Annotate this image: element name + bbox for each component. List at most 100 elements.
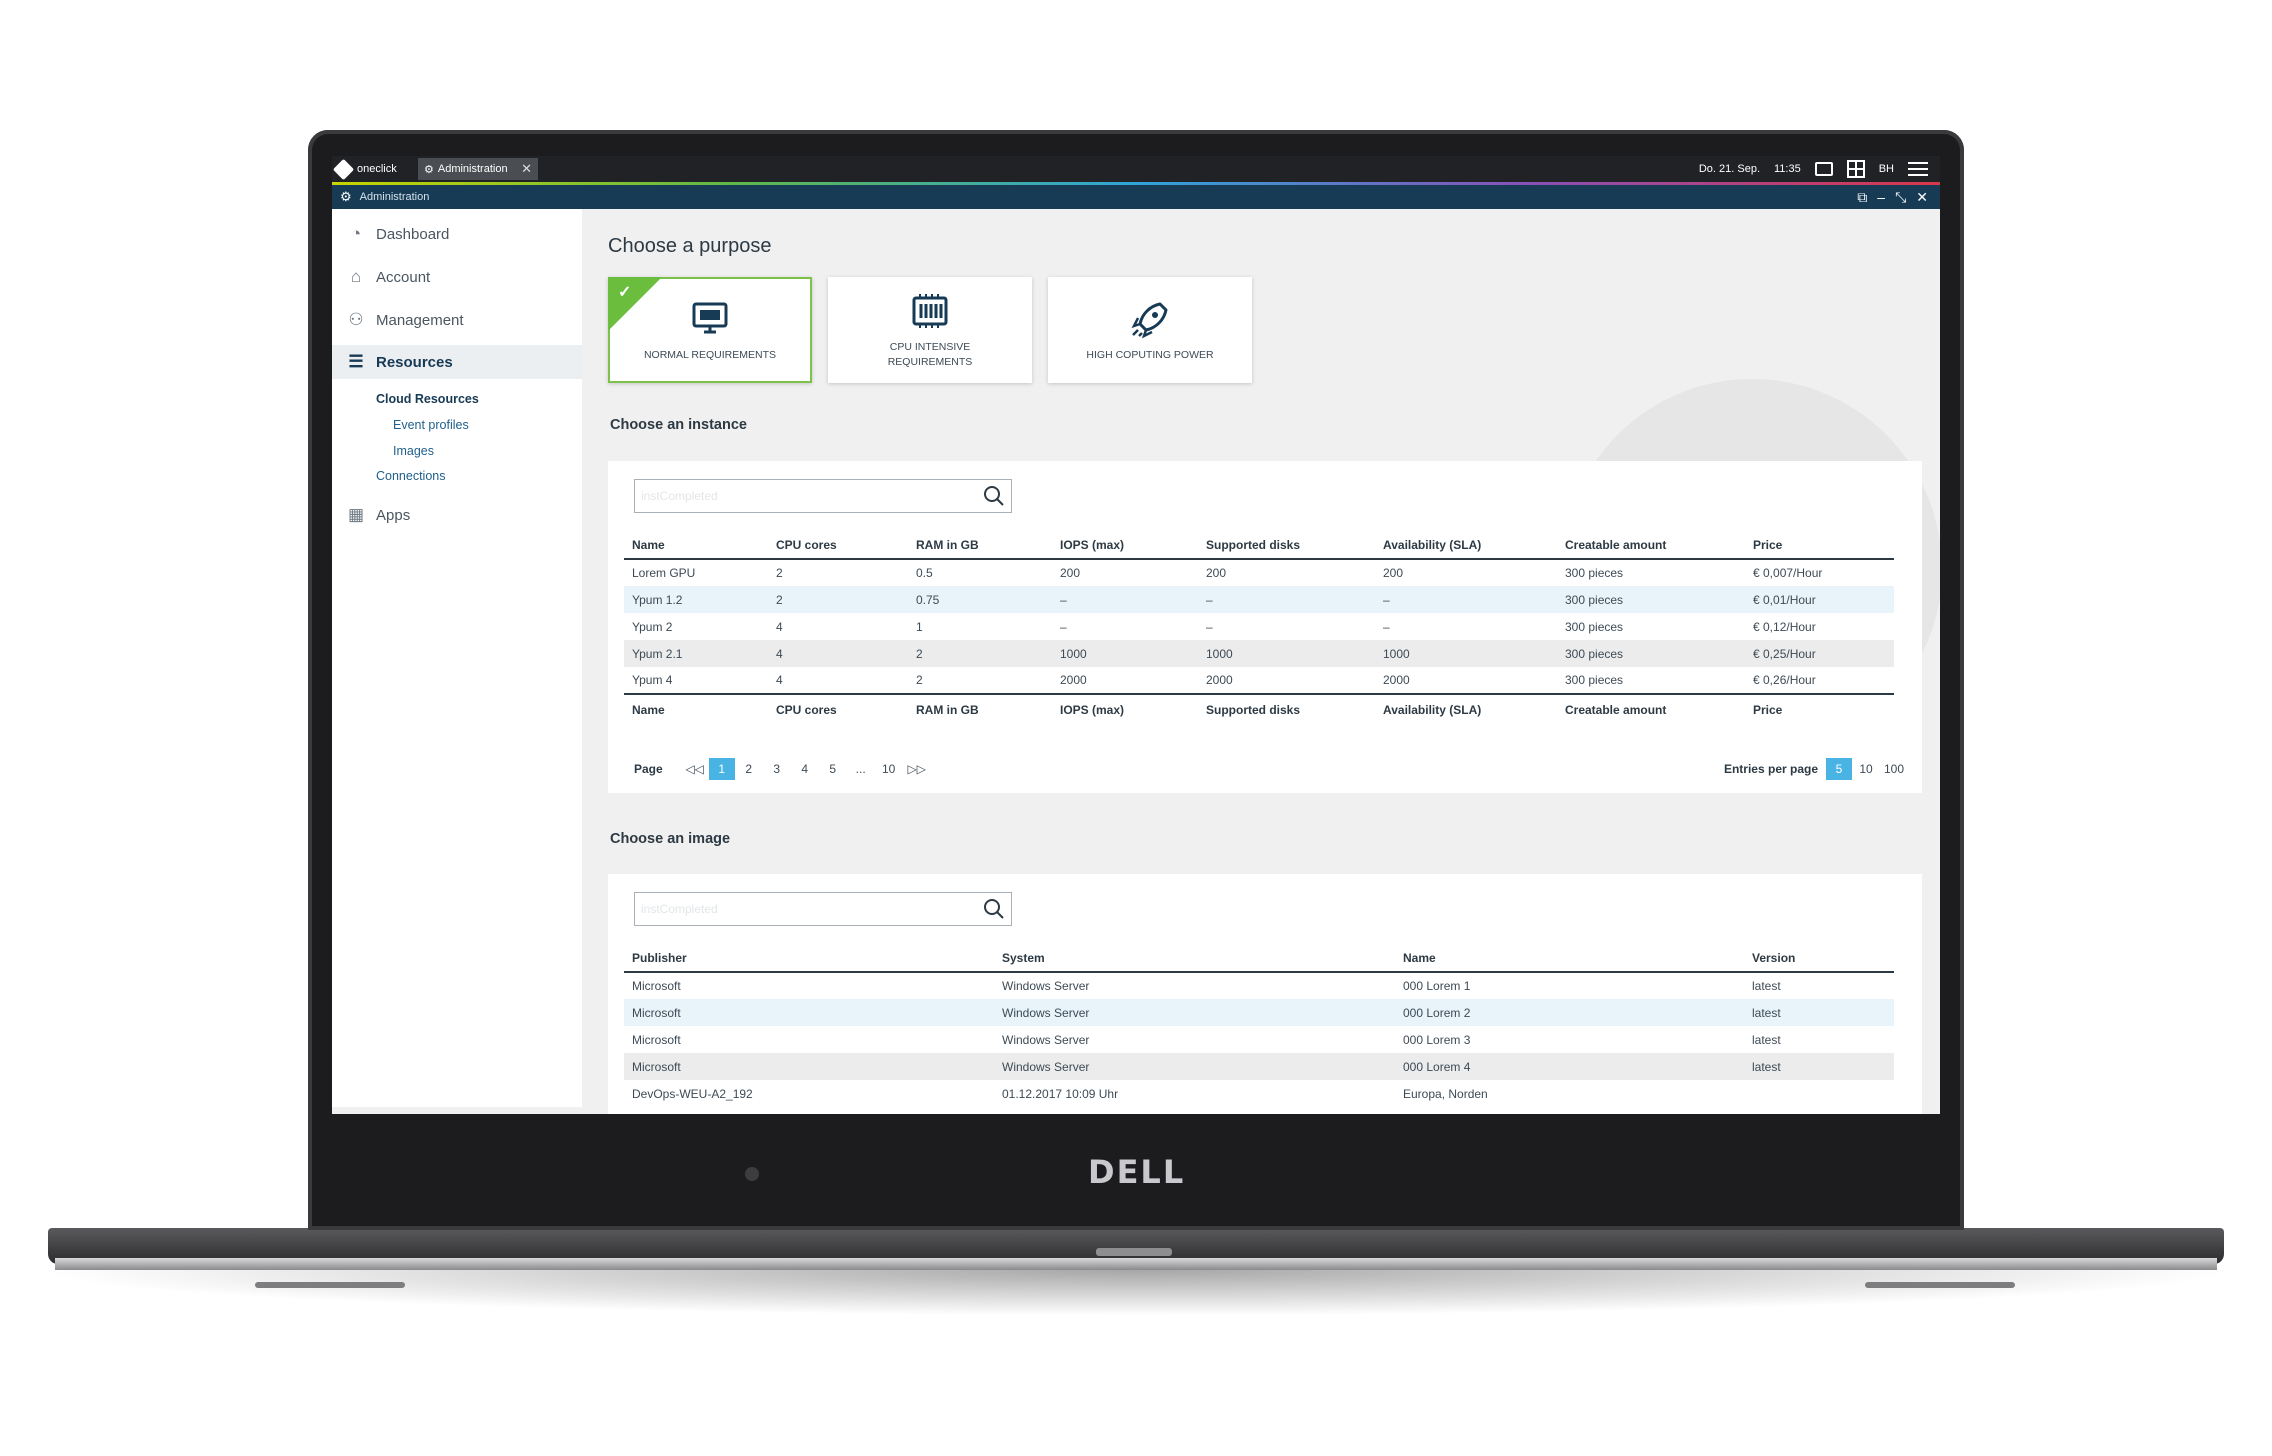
purpose-card-normal[interactable]: ✓ NORMAL REQUIREMENTS <box>608 277 812 383</box>
purpose-title: Choose a purpose <box>608 235 772 257</box>
column-footer: Availability (SLA) <box>1375 693 1557 724</box>
table-row[interactable]: DevOps-WEU-A2_192 01.12.2017 10:09 Uhr E… <box>624 1080 1894 1107</box>
sidebar-subitem-event-profiles[interactable]: Event profiles <box>393 418 469 432</box>
table-cell: 4 <box>776 673 783 687</box>
table-cell: Microsoft <box>624 1053 994 1080</box>
instance-search-input[interactable] <box>641 486 971 506</box>
user-initials[interactable]: BH <box>1879 163 1894 175</box>
main-content: Choose a purpose ✓ NORMAL REQUIREMENTS C… <box>582 209 1940 1114</box>
column-header[interactable]: RAM in GB <box>908 531 1052 560</box>
check-icon: ✓ <box>618 284 632 301</box>
cast-icon[interactable] <box>1814 162 1833 176</box>
table-row[interactable]: Ypum 2.1 4 2 1000 1000 1000 300 pieces €… <box>624 640 1894 667</box>
sidebar-item-apps[interactable]: ▦ Apps <box>332 498 582 532</box>
minimize-icon[interactable]: – <box>1877 189 1885 205</box>
webcam <box>745 1167 759 1181</box>
table-cell: – <box>1383 619 1390 634</box>
table-cell: 1000 <box>1198 640 1375 667</box>
sidebar-subitem-cloud-resources[interactable]: Cloud Resources <box>376 392 479 406</box>
table-row[interactable]: Lorem GPU 2 0.5 200 200 200 300 pieces €… <box>624 559 1894 586</box>
close-icon[interactable]: ✕ <box>1916 189 1928 206</box>
table-row[interactable]: Microsoft Windows Server 000 Lorem 1 lat… <box>624 972 1894 999</box>
column-header[interactable]: Name <box>1395 944 1744 973</box>
table-cell: 2 <box>916 673 923 687</box>
first-page-icon[interactable]: ◁◁ <box>681 758 709 780</box>
page-5[interactable]: 5 <box>819 758 847 780</box>
page-3[interactable]: 3 <box>763 758 791 780</box>
table-footer-row: Name CPU cores RAM in GB IOPS (max) Supp… <box>624 693 1894 724</box>
table-row[interactable]: Microsoft Windows Server 000 Lorem 3 lat… <box>624 1026 1894 1053</box>
column-header[interactable]: Availability (SLA) <box>1375 531 1557 560</box>
table-row[interactable]: Microsoft Windows Server 000 Lorem 2 lat… <box>624 999 1894 1026</box>
close-tab-icon[interactable]: ✕ <box>521 161 532 177</box>
search-icon[interactable] <box>983 485 1005 507</box>
page-2[interactable]: 2 <box>735 758 763 780</box>
page-1[interactable]: 1 <box>708 758 735 780</box>
entries-option-10[interactable]: 10 <box>1852 758 1880 780</box>
dell-logo: DELL <box>1088 1153 1186 1191</box>
table-row[interactable]: Ypum 4 4 2 2000 2000 2000 300 pieces € 0… <box>624 667 1894 694</box>
cpu-icon <box>912 294 948 328</box>
column-header[interactable]: Version <box>1744 944 1894 973</box>
table-cell: Ypum 2.1 <box>624 640 768 667</box>
table-header-row: Name CPU cores RAM in GB IOPS (max) Supp… <box>624 531 1894 560</box>
column-header[interactable]: IOPS (max) <box>1052 531 1198 560</box>
column-header[interactable]: Price <box>1745 531 1894 560</box>
tab-administration[interactable]: ⚙ Administration ✕ <box>418 158 538 180</box>
column-header[interactable]: CPU cores <box>768 531 908 560</box>
screen: oneclick ⚙ Administration ✕ Do. 21. Sep.… <box>332 156 1940 1114</box>
column-header[interactable]: Creatable amount <box>1557 531 1745 560</box>
table-row[interactable]: Ypum 1.2 2 0.75 – – – 300 pieces € 0,01/… <box>624 586 1894 613</box>
column-header[interactable]: Supported disks <box>1198 531 1375 560</box>
page-4[interactable]: 4 <box>791 758 819 780</box>
sidebar-item-management[interactable]: ⚇ Management <box>332 303 582 337</box>
table-row[interactable]: Ypum 2 4 1 – – – 300 pieces € 0,12/Hour <box>624 613 1894 640</box>
brand-label: oneclick <box>357 163 397 175</box>
sidebar-item-label: Account <box>376 268 431 286</box>
entries-per-page: Entries per page 5 10 100 <box>1724 758 1908 780</box>
table-cell: Europa, Norden <box>1403 1086 1488 1101</box>
sidebar-subitem-images[interactable]: Images <box>393 444 434 458</box>
search-icon[interactable] <box>983 898 1005 920</box>
column-footer: Price <box>1745 693 1894 724</box>
table-cell: 300 pieces <box>1557 640 1745 667</box>
gauge-icon: ◔ <box>350 224 362 243</box>
page-10[interactable]: 10 <box>875 758 903 780</box>
column-header[interactable]: System <box>994 944 1395 973</box>
last-page-icon[interactable]: ▷▷ <box>903 758 931 780</box>
menu-icon[interactable] <box>1908 162 1928 176</box>
entries-option-100[interactable]: 100 <box>1880 758 1908 780</box>
image-search[interactable] <box>634 892 1012 926</box>
column-footer: Name <box>624 693 768 724</box>
column-header[interactable]: Name <box>624 531 768 560</box>
sidebar-item-dashboard[interactable]: ◔ Dashboard <box>332 217 582 251</box>
table-cell: latest <box>1752 1032 1781 1047</box>
pagination: Page ◁◁ 1 2 3 4 5 ... 10 ▷▷ <box>634 758 931 780</box>
table-cell: € 0,007/Hour <box>1753 566 1823 580</box>
sidebar: ◔ Dashboard ⌂ Account ⚇ Management ☰ Res… <box>332 209 582 1107</box>
table-row[interactable]: Microsoft Windows Server 000 Lorem 4 lat… <box>624 1053 1894 1080</box>
table-cell: Ypum 2 <box>632 619 673 634</box>
taskbar-status: Do. 21. Sep. 11:35 BH <box>1699 156 1928 182</box>
users-icon: ⚇ <box>348 310 364 329</box>
sidebar-item-resources[interactable]: ☰ Resources <box>332 345 582 379</box>
column-header[interactable]: Publisher <box>624 944 994 973</box>
sidebar-subitem-connections[interactable]: Connections <box>376 469 446 483</box>
grid-icon[interactable] <box>1846 160 1865 178</box>
restore-icon[interactable]: ⧉ <box>1857 189 1867 206</box>
table-cell: latest <box>1744 999 1894 1026</box>
time: 11:35 <box>1774 163 1801 175</box>
shrink-icon[interactable]: ⤡ <box>1895 189 1906 206</box>
purpose-card-high-computing[interactable]: HIGH COPUTING POWER <box>1048 277 1252 383</box>
image-search-input[interactable] <box>641 899 971 919</box>
purpose-card-cpu[interactable]: CPU INTENSIVE REQUIREMENTS <box>828 277 1032 383</box>
sidebar-item-account[interactable]: ⌂ Account <box>332 260 582 294</box>
entries-option-5[interactable]: 5 <box>1826 758 1852 780</box>
taskbar: oneclick ⚙ Administration ✕ Do. 21. Sep.… <box>332 156 1940 182</box>
laptop-foot <box>255 1282 405 1288</box>
instance-search[interactable] <box>634 479 1012 513</box>
table-cell: 2000 <box>1383 673 1410 687</box>
sidebar-item-label: Apps <box>376 506 411 524</box>
brand[interactable]: oneclick <box>332 158 397 180</box>
table-cell: 300 pieces <box>1565 619 1624 634</box>
